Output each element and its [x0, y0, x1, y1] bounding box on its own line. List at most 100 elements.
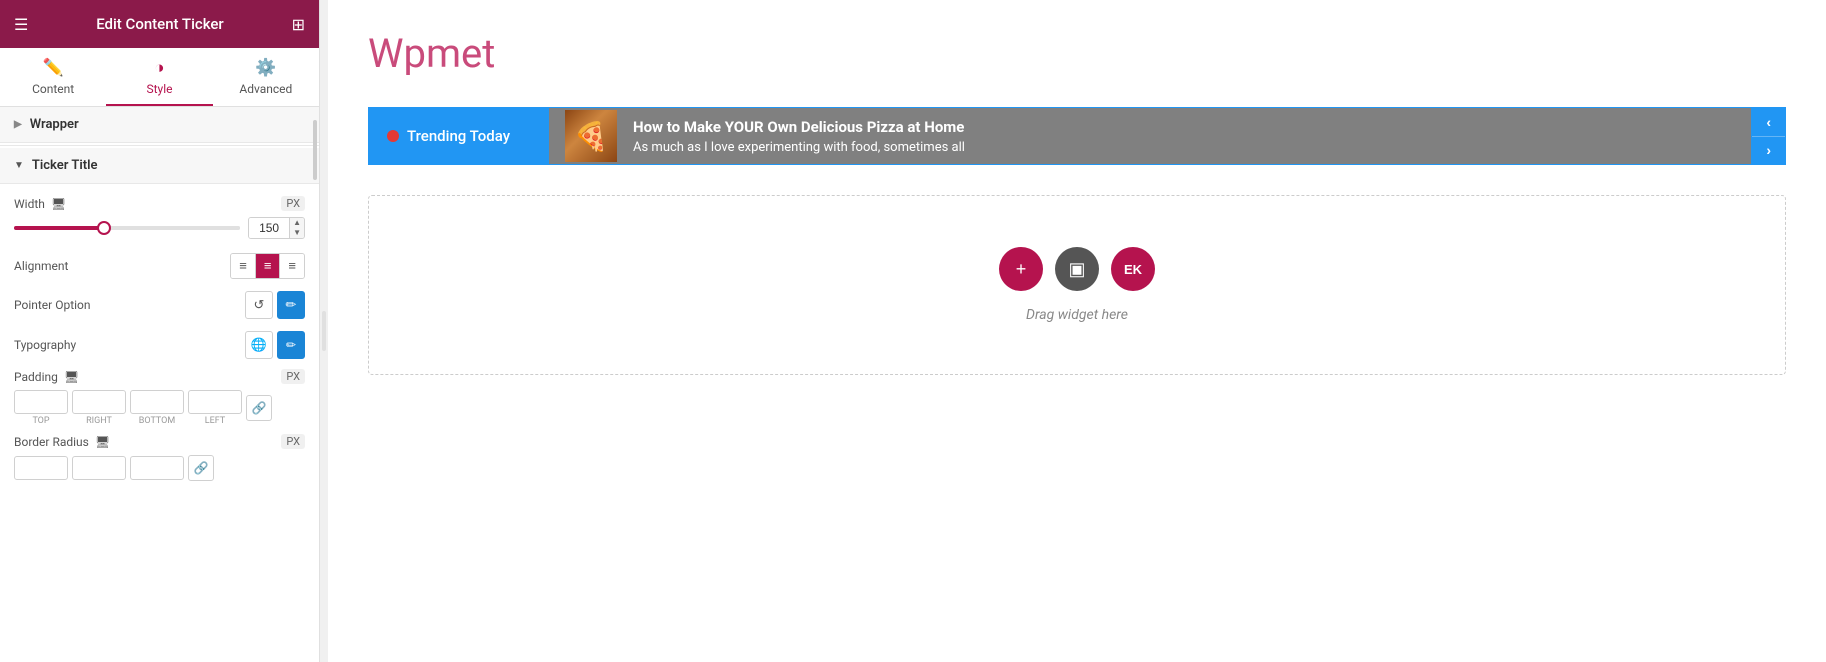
- ek-widget-btn[interactable]: EK: [1111, 247, 1155, 291]
- padding-header: Padding 🖥 PX: [14, 369, 305, 384]
- border-link-btn[interactable]: 🔗: [188, 455, 214, 481]
- ticker-next-btn[interactable]: ›: [1752, 137, 1785, 165]
- pointer-option-row: Pointer Option ↺ ✏: [0, 285, 319, 325]
- padding-right-box: 12 RIGHT: [72, 390, 126, 426]
- ticker-title-arrow-icon: ▼: [14, 160, 24, 171]
- ticker-label: Trending Today: [369, 108, 549, 164]
- tab-advanced[interactable]: ⚙️ Advanced: [213, 48, 319, 106]
- alignment-buttons: ≡ ≡ ≡: [230, 253, 305, 279]
- drop-zone-buttons: + ▣ EK: [999, 247, 1155, 291]
- add-widget-btn[interactable]: +: [999, 247, 1043, 291]
- alignment-controls: ≡ ≡ ≡: [230, 253, 305, 279]
- padding-right-input[interactable]: 12: [72, 390, 126, 414]
- width-value-input[interactable]: 150: [249, 218, 289, 238]
- border-unit-badge[interactable]: PX: [281, 434, 305, 449]
- slider-thumb[interactable]: [97, 221, 111, 235]
- ticker-subtext: As much as I love experimenting with foo…: [633, 140, 965, 155]
- typography-pencil-btn[interactable]: ✏: [277, 331, 305, 359]
- width-monitor-icon: 🖥: [51, 197, 66, 211]
- tabs-bar: ✏️ Content ◑ Style ⚙️ Advanced: [0, 48, 319, 107]
- content-tab-icon: ✏️: [43, 58, 64, 78]
- width-control: Width 🖥 PX 150 ▲: [0, 192, 319, 247]
- padding-bottom-box: auto BOTTOM: [130, 390, 184, 426]
- typography-row: Typography 🌐 ✏: [0, 325, 319, 365]
- border-radius-section: Border Radius 🖥 PX 🔗: [0, 430, 319, 485]
- sidebar-scrollbar[interactable]: [313, 120, 317, 180]
- tab-advanced-label: Advanced: [239, 82, 292, 96]
- ticker-text-block: How to Make YOUR Own Delicious Pizza at …: [633, 118, 965, 155]
- typography-globe-btn[interactable]: 🌐: [245, 331, 273, 359]
- ticker-nav: ‹ ›: [1751, 108, 1785, 164]
- border-radius-label: Border Radius 🖥: [14, 435, 110, 449]
- tab-content-label: Content: [32, 82, 74, 96]
- grid-icon[interactable]: ⊞: [292, 15, 305, 34]
- padding-left-box: 12 LEFT: [188, 390, 242, 426]
- ticker-prev-btn[interactable]: ‹: [1752, 108, 1785, 137]
- tab-style[interactable]: ◑ Style: [106, 48, 212, 106]
- padding-left-label: LEFT: [205, 416, 225, 426]
- padding-label: Padding 🖥: [14, 370, 79, 384]
- ticker-content: 🍕 How to Make YOUR Own Delicious Pizza a…: [549, 108, 1751, 164]
- ticker-title-section: ▼ Ticker Title Width 🖥 PX: [0, 148, 319, 495]
- width-arrow-down[interactable]: ▼: [290, 228, 304, 238]
- border-inputs: 🔗: [14, 455, 305, 481]
- tab-content[interactable]: ✏️ Content: [0, 48, 106, 106]
- ticker-image: 🍕: [565, 110, 617, 162]
- width-arrow-up[interactable]: ▲: [290, 218, 304, 228]
- folder-widget-btn[interactable]: ▣: [1055, 247, 1099, 291]
- ticker-dot-icon: [387, 130, 399, 142]
- pointer-option-label: Pointer Option: [14, 298, 245, 312]
- style-tab-icon: ◑: [154, 58, 164, 78]
- border-monitor-icon: 🖥: [95, 435, 110, 449]
- hamburger-icon[interactable]: ☰: [14, 15, 28, 34]
- width-slider[interactable]: [14, 226, 240, 230]
- align-left-btn[interactable]: ≡: [231, 254, 256, 278]
- padding-link-btn[interactable]: 🔗: [246, 395, 272, 421]
- sidebar: ☰ Edit Content Ticker ⊞ ✏️ Content ◑ Sty…: [0, 0, 320, 662]
- border-header: Border Radius 🖥 PX: [14, 434, 305, 449]
- align-center-btn[interactable]: ≡: [256, 254, 281, 278]
- width-number-input[interactable]: 150 ▲ ▼: [248, 217, 305, 239]
- padding-bottom-input[interactable]: auto: [130, 390, 184, 414]
- width-unit-badge[interactable]: PX: [281, 196, 305, 211]
- border-bottom-input[interactable]: [130, 456, 184, 480]
- padding-monitor-icon: 🖥: [64, 370, 79, 384]
- padding-top-input[interactable]: auto: [14, 390, 68, 414]
- pointer-edit-btn[interactable]: ✏: [277, 291, 305, 319]
- sidebar-panel: ▶ Wrapper ▼ Ticker Title Width 🖥 PX: [0, 107, 319, 662]
- page-title: Edit Content Ticker: [96, 15, 224, 33]
- border-right-input[interactable]: [72, 456, 126, 480]
- padding-top-label: TOP: [32, 416, 49, 426]
- border-top-input[interactable]: [14, 456, 68, 480]
- advanced-tab-icon: ⚙️: [255, 58, 276, 78]
- padding-unit-badge[interactable]: PX: [281, 369, 305, 384]
- resize-handle[interactable]: [320, 0, 328, 662]
- typography-label: Typography: [14, 338, 245, 352]
- padding-right-label: RIGHT: [86, 416, 112, 426]
- align-right-btn[interactable]: ≡: [280, 254, 304, 278]
- slider-track: [14, 226, 240, 230]
- ticker-title-label: Ticker Title: [32, 158, 98, 173]
- alignment-row: Alignment ≡ ≡ ≡: [0, 247, 319, 285]
- padding-inputs: auto TOP 12 RIGHT auto BOTTOM 12 LEFT: [14, 390, 305, 426]
- drop-zone: + ▣ EK Drag widget here: [368, 195, 1786, 375]
- ticker-title-header[interactable]: ▼ Ticker Title: [0, 148, 319, 184]
- wrapper-section-header[interactable]: ▶ Wrapper: [0, 107, 319, 143]
- ticker-headline: How to Make YOUR Own Delicious Pizza at …: [633, 118, 965, 136]
- main-content: Wpmet Trending Today 🍕 How to Make YOUR …: [328, 0, 1826, 662]
- padding-section: Padding 🖥 PX auto TOP 12 RIGHT au: [0, 365, 319, 430]
- divider-1: [0, 145, 319, 146]
- wrapper-section-label: Wrapper: [30, 117, 79, 132]
- width-label: Width 🖥: [14, 197, 66, 211]
- typography-controls: 🌐 ✏: [245, 331, 305, 359]
- padding-top-box: auto TOP: [14, 390, 68, 426]
- padding-left-input[interactable]: 12: [188, 390, 242, 414]
- width-slider-row: 150 ▲ ▼: [14, 217, 305, 245]
- preview-title: Wpmet: [368, 30, 1786, 77]
- pointer-reset-btn[interactable]: ↺: [245, 291, 273, 319]
- ticker-label-text: Trending Today: [407, 127, 510, 145]
- padding-bottom-label: BOTTOM: [139, 416, 175, 426]
- width-arrows: ▲ ▼: [289, 218, 304, 238]
- drop-label: Drag widget here: [1026, 307, 1128, 323]
- slider-fill: [14, 226, 104, 230]
